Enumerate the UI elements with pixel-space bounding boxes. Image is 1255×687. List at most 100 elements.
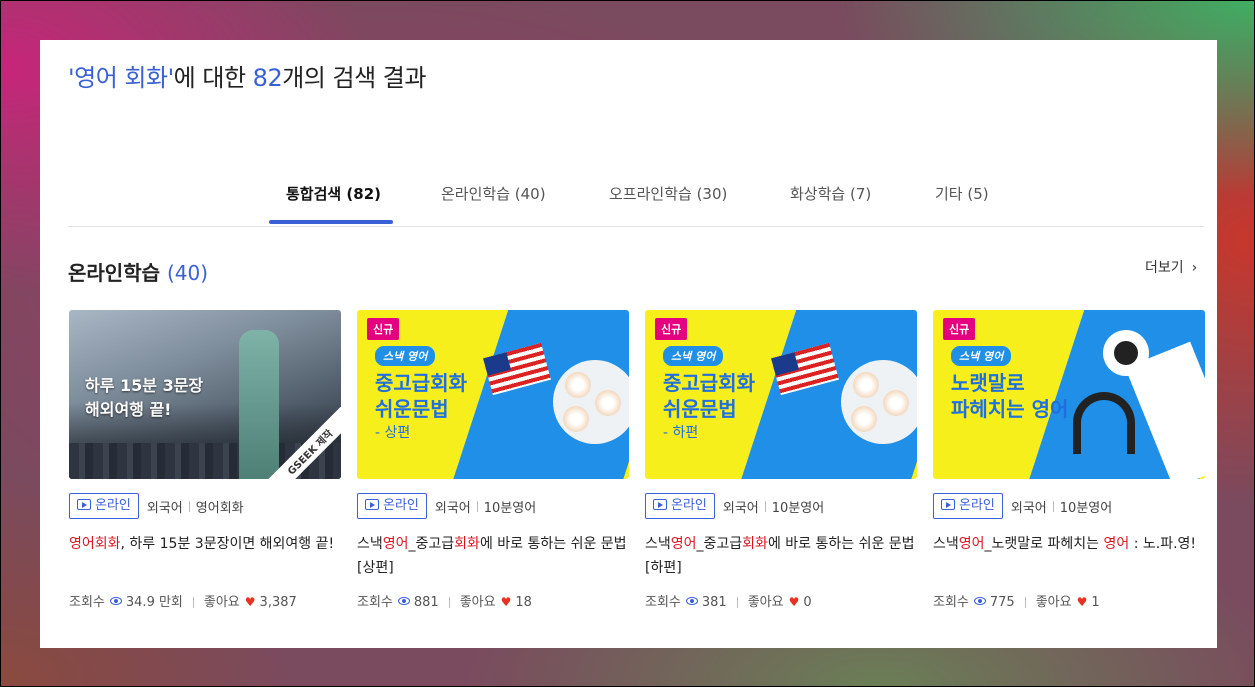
chip-label: 온라인 [959,498,995,513]
title-text: , 하루 15분 3문장이면 해외여행 끝! [120,536,335,552]
title-text: _중고급 [408,536,455,552]
course-card[interactable]: 신규 스낵 영어 노랫말로 파헤치는 영어 온라인 외국어 10분영어 스낵 영어_노… [933,310,1205,610]
course-thumbnail[interactable]: 신규 스낵 영어 노랫말로 파헤치는 영어 [933,310,1205,479]
cupcake-image [595,390,621,416]
brand-logo: 스낵 영어 [951,346,1012,366]
section-title-label: 온라인학습 [68,261,167,285]
thumbnail-line: 해외여행 끝! [85,400,172,419]
heart-icon: ♥ [788,595,800,609]
card-meta: 온라인 외국어 10분영어 [933,493,1112,519]
heart-icon: ♥ [244,595,256,609]
title-text: 스낵 [645,536,671,552]
thumbnail-line: 노랫말로 [951,371,1025,395]
play-icon [365,499,379,510]
tab-video[interactable]: 화상학습 (7) [790,183,871,204]
active-tab-indicator [269,220,393,224]
divider [192,597,194,608]
card-meta: 온라인 외국어 영어회화 [69,493,244,519]
title-text: _중고급 [696,536,743,552]
play-icon [653,499,667,510]
card-stats: 조회수 381 좋아요 ♥ 0 [645,591,812,610]
chevron-right-icon: › [1191,260,1198,276]
divider [1052,500,1054,512]
course-thumbnail[interactable]: 신규 스낵 영어 중고급회화 쉬운문법 - 상편 [357,310,629,479]
course-card[interactable]: 하루 15분 3문장 해외여행 끝! GSEEK 제작 온라인 외국어 영어회화 영… [69,310,341,610]
course-thumbnail[interactable]: 신규 스낵 영어 중고급회화 쉬운문법 - 하편 [645,310,917,479]
card-stats: 조회수 775 좋아요 ♥ 1 [933,591,1100,610]
thumbnail-line: 파헤치는 영어 [951,397,1069,421]
card-meta: 온라인 외국어 10분영어 [357,493,536,519]
title-text: 스낵 [933,536,959,552]
title-text: 에 대한 [173,64,253,92]
statue-image [239,330,279,479]
title-highlight: 영어 [670,536,697,552]
tab-online[interactable]: 온라인학습 (40) [441,183,546,204]
title-highlight: 영어회화 [69,536,121,552]
online-chip: 온라인 [357,493,427,519]
likes-label: 좋아요 [747,595,784,610]
eye-icon [973,597,986,605]
title-highlight: 영어 [1103,536,1130,552]
title-highlight: 회화 [742,536,768,552]
result-count: 82 [252,64,283,92]
subcategory: 영어회화 [195,500,244,516]
tab-all[interactable]: 통합검색 (82) [286,183,381,204]
eye-icon [397,597,410,605]
thumbnail-subtitle: - 상편 [375,425,411,441]
course-card[interactable]: 신규 스낵 영어 중고급회화 쉬운문법 - 상편 온라인 외국어 10분영어 스낵영… [357,310,629,610]
card-stats: 조회수 34.9 만회 좋아요 ♥ 3,387 [69,591,297,610]
new-badge: 신규 [655,318,688,340]
divider [448,597,450,608]
cupcake-image [883,390,909,416]
more-link[interactable]: 더보기 › [1145,257,1197,277]
course-thumbnail[interactable]: 하루 15분 3문장 해외여행 끝! GSEEK 제작 [69,310,341,479]
cupcake-image [851,406,877,432]
likes-label: 좋아요 [203,595,240,610]
views-label: 조회수 [69,595,105,610]
online-chip: 온라인 [69,493,139,519]
views-label: 조회수 [645,595,681,610]
chip-label: 온라인 [95,498,131,513]
online-chip: 온라인 [645,493,715,519]
divider [476,500,478,512]
title-text: : 노.파.영! [1129,536,1197,552]
tab-etc[interactable]: 기타 (5) [935,183,989,204]
divider [736,597,738,608]
course-title[interactable]: 스낵영어_노랫말로 파헤치는 영어 : 노.파.영! [933,532,1205,556]
thumbnail-line: 중고급회화 [663,371,755,395]
play-icon [941,499,955,510]
chip-label: 온라인 [671,498,707,513]
chip-label: 온라인 [383,498,419,513]
title-text: _노랫말로 파헤치는 [984,536,1104,552]
course-title[interactable]: 스낵영어_중고급회화에 바로 통하는 쉬운 문법 [상편] [357,532,629,580]
category: 외국어 [722,500,759,516]
likes-label: 좋아요 [1035,595,1072,610]
course-title[interactable]: 스낵영어_중고급회화에 바로 통하는 쉬운 문법 [하편] [645,532,917,580]
likes-label: 좋아요 [459,595,496,610]
card-stats: 조회수 881 좋아요 ♥ 18 [357,591,532,610]
views-count: 881 [413,595,439,610]
brand-logo: 스낵 영어 [375,346,436,366]
cupcake-image [563,406,589,432]
thumbnail-subtitle: - 하편 [663,425,699,441]
course-title[interactable]: 영어회화, 하루 15분 3문장이면 해외여행 끝! [69,532,341,556]
likes-count: 3,387 [259,595,297,610]
thumbnail-text: 하루 15분 3문장 해외여행 끝! [85,374,203,422]
thumbnail-line: 쉬운문법 [375,397,449,421]
subcategory: 10분영어 [1059,500,1113,516]
divider [764,500,766,512]
thumbnail-text: 중고급회화 쉬운문법 [663,370,755,422]
cupcake-image [853,372,879,398]
search-query: 영어 회화 [74,64,168,92]
new-badge: 신규 [367,318,400,340]
title-highlight: 회화 [454,536,480,552]
search-results-panel: '영어 회화'에 대한 82개의 검색 결과 통합검색 (82) 온라인학습 (… [40,40,1217,648]
course-card[interactable]: 신규 스낵 영어 중고급회화 쉬운문법 - 하편 온라인 외국어 10분영어 스낵영… [645,310,917,610]
subcategory: 10분영어 [771,500,825,516]
result-tabs: 통합검색 (82) 온라인학습 (40) 오프라인학습 (30) 화상학습 (7… [68,173,1204,227]
likes-count: 1 [1091,595,1100,610]
page-title: '영어 회화'에 대한 82개의 검색 결과 [68,58,426,93]
tab-offline[interactable]: 오프라인학습 (30) [609,183,727,204]
new-badge: 신규 [943,318,976,340]
thumbnail-line: 중고급회화 [375,371,467,395]
